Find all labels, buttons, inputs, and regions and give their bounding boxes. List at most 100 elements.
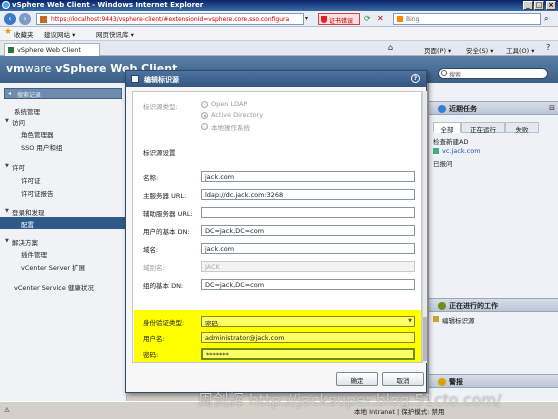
name-field[interactable]: jack.com xyxy=(201,171,415,182)
nav-license-report[interactable]: 许可证报告 xyxy=(0,186,126,198)
address-input[interactable]: https://localhost:9443/vsphere-client/#e… xyxy=(36,13,304,25)
favorites-bar: ★ 收藏夹 建议网站 ▾ 网页快讯库 ▾ xyxy=(0,27,558,41)
expand-triangle-icon: ▼ xyxy=(5,118,9,124)
user-base-dn-label: 用户的基本 DN: xyxy=(143,228,190,236)
address-dropdown-icon[interactable]: ▾ xyxy=(305,15,308,22)
favorites-button[interactable]: 收藏夹 xyxy=(14,29,34,39)
scrollbar-thumb[interactable] xyxy=(423,317,427,361)
password-label: 密码: xyxy=(143,351,159,359)
cancel-button[interactable]: 取消 xyxy=(382,372,424,386)
back-button[interactable]: ‹ xyxy=(4,13,16,25)
alarms-header[interactable]: 警报 xyxy=(429,374,558,388)
ok-button[interactable]: 确定 xyxy=(336,372,378,386)
primary-url-field[interactable]: ldap://dc.jack.com:3268 xyxy=(201,189,415,200)
nav-license[interactable]: ▼ 许可 xyxy=(0,160,126,172)
tab-all[interactable]: 全部 xyxy=(433,122,461,134)
tab-failed[interactable]: 失败 xyxy=(505,122,539,134)
task-row: 已报问 xyxy=(433,160,453,168)
cert-error-button[interactable]: 证书错误 xyxy=(318,13,360,25)
nav-history-box[interactable]: ◂ 搜索记录 xyxy=(4,88,122,99)
work-item[interactable]: 编辑标识源 xyxy=(433,315,475,325)
dialog-icon xyxy=(131,75,139,83)
favbar-item-webslice[interactable]: 网页快讯库 ▾ xyxy=(96,29,134,39)
nav-access[interactable]: ▼ 访问 xyxy=(0,115,126,127)
edit-identity-source-dialog: 编辑标识源 ? 标识源类型: Open LDAP Active Director… xyxy=(125,70,427,393)
nav-sso[interactable]: ▼ 登录和发现 xyxy=(0,205,126,217)
nav-config[interactable]: 配置 xyxy=(0,217,126,229)
nav-vcenter-ext[interactable]: vCenter Server 扩展 xyxy=(0,260,126,272)
work-icon xyxy=(438,302,446,310)
close-window-button[interactable]: × xyxy=(546,1,556,10)
back-arrow-icon: ◂ xyxy=(8,90,12,97)
pin-icon[interactable]: ⊟ xyxy=(549,104,555,112)
window-title: vSphere Web Client - Windows Internet Ex… xyxy=(12,1,204,9)
password-field[interactable]: ******* xyxy=(201,348,415,360)
auth-type-label: 身份验证类型: xyxy=(143,319,185,327)
search-icon[interactable]: ⌕ xyxy=(544,14,548,24)
home-icon[interactable]: ⌂ xyxy=(388,43,393,52)
nav-plugins[interactable]: 插件管理 xyxy=(0,247,126,259)
stop-icon[interactable]: ✕ xyxy=(377,14,384,23)
primary-url-label: 主服务器 URL: xyxy=(143,192,187,200)
tab-bar: vSphere Web Client ⌂ 页面(P) ▾ 安全(S) ▾ 工具(… xyxy=(0,41,558,56)
nav-licenses[interactable]: 许可证 xyxy=(0,173,126,185)
secondary-url-field[interactable] xyxy=(201,207,415,218)
browser-tab[interactable]: vSphere Web Client xyxy=(4,43,100,56)
maximize-button[interactable]: □ xyxy=(534,1,544,10)
username-field[interactable]: administrator@jack.com xyxy=(201,332,415,343)
group-base-dn-label: 组的基本 DN: xyxy=(143,282,184,290)
ie-icon xyxy=(2,1,10,9)
radio-circle xyxy=(201,101,208,108)
domain-name-field[interactable]: jack.com xyxy=(201,243,415,254)
window-titlebar: vSphere Web Client - Windows Internet Ex… xyxy=(0,0,558,11)
left-navigator: ◂ 搜索记录 系统管理 ▼ 访问 角色管理器 SSO 用户和组 ▼ 许可 许可证 许… xyxy=(0,83,127,401)
bing-icon xyxy=(397,16,403,22)
refresh-icon[interactable]: ⟳ xyxy=(364,14,371,23)
nav-health[interactable]: vCenter Service 健康状况 xyxy=(0,280,126,292)
search-icon xyxy=(441,70,447,76)
shield-icon xyxy=(321,16,327,23)
identity-source-type-label: 标识源类型: xyxy=(143,103,178,111)
group-base-dn-field[interactable]: DC=jack,DC=com xyxy=(201,279,415,290)
favorites-star-icon: ★ xyxy=(4,27,13,37)
help-menu-icon[interactable]: ? xyxy=(546,43,550,52)
nav-roles[interactable]: 角色管理器 xyxy=(0,127,126,139)
username-label: 用户名: xyxy=(143,335,165,343)
tab-running[interactable]: 正在运行 xyxy=(461,122,505,134)
tools-menu[interactable]: 工具(O) ▾ xyxy=(506,45,535,55)
forward-button[interactable]: › xyxy=(19,13,31,25)
radio-open-ldap[interactable]: Open LDAP xyxy=(201,100,247,108)
watermark: 周剑辉 http://jacksuper.blog.51cto.com/ xyxy=(198,391,502,409)
nav-sso-users[interactable]: SSO 用户和组 xyxy=(0,140,126,152)
dialog-body: 标识源类型: Open LDAP Active Directory 本地操作系统… xyxy=(132,91,422,363)
radio-circle xyxy=(201,112,208,119)
work-in-progress-header[interactable]: 正在进行的工作 xyxy=(429,298,558,312)
status-left-icon: ⚠ xyxy=(4,406,10,414)
tasks-icon xyxy=(438,105,446,113)
radio-circle xyxy=(201,123,208,130)
minimize-button[interactable]: _ xyxy=(523,1,533,10)
page-menu[interactable]: 页面(P) ▾ xyxy=(424,45,451,55)
vcenter-icon xyxy=(433,148,439,154)
domain-alias-field: JACK xyxy=(201,261,415,272)
edit-icon xyxy=(433,316,439,322)
header-search-input[interactable]: 搜索 xyxy=(438,68,548,79)
user-base-dn-field[interactable]: DC=jack,DC=com xyxy=(201,225,415,236)
favbar-item-suggested[interactable]: 建议网站 ▾ xyxy=(44,29,75,39)
vsphere-tab-icon xyxy=(8,47,14,53)
recent-tasks-header[interactable]: 近期任务 ⊟ xyxy=(429,101,558,115)
settings-heading: 标识源设置 xyxy=(143,149,176,157)
domain-name-label: 域名: xyxy=(143,246,159,254)
chevron-down-icon: ▼ xyxy=(408,318,412,324)
safety-menu[interactable]: 安全(S) ▾ xyxy=(466,45,494,55)
dialog-scrollbar[interactable] xyxy=(422,91,427,363)
radio-local-os[interactable]: 本地操作系统 xyxy=(201,122,250,132)
help-icon[interactable]: ? xyxy=(411,74,420,83)
search-input[interactable]: Bing xyxy=(393,13,541,25)
expand-triangle-icon: ▼ xyxy=(5,238,9,244)
auth-type-select[interactable]: 密码 ▼ xyxy=(201,316,415,327)
name-label: 名称: xyxy=(143,174,159,182)
nav-solutions[interactable]: ▼ 解决方案 xyxy=(0,235,126,247)
radio-active-directory[interactable]: Active Directory xyxy=(201,111,263,119)
dialog-title: 编辑标识源 xyxy=(144,76,179,84)
